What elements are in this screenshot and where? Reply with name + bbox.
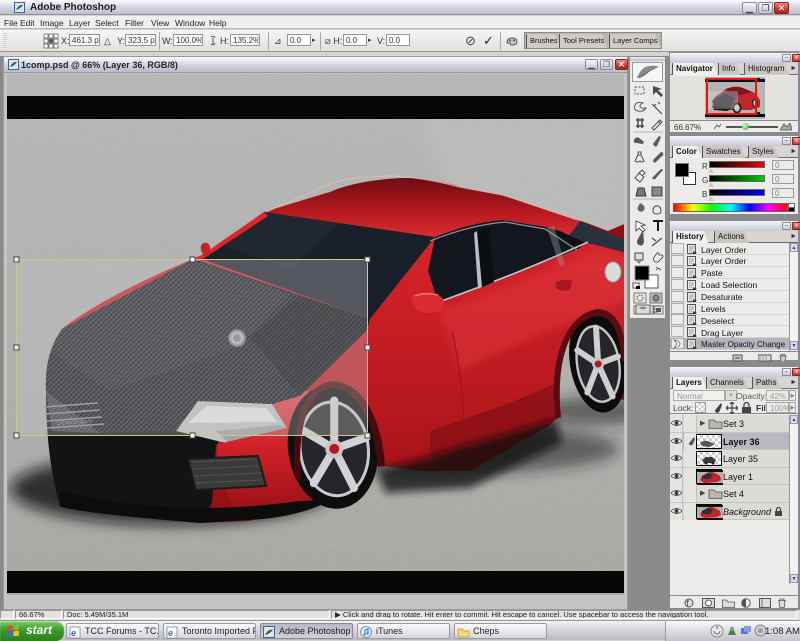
svg-text:e: e <box>71 628 76 638</box>
svg-text:e: e <box>168 628 173 638</box>
